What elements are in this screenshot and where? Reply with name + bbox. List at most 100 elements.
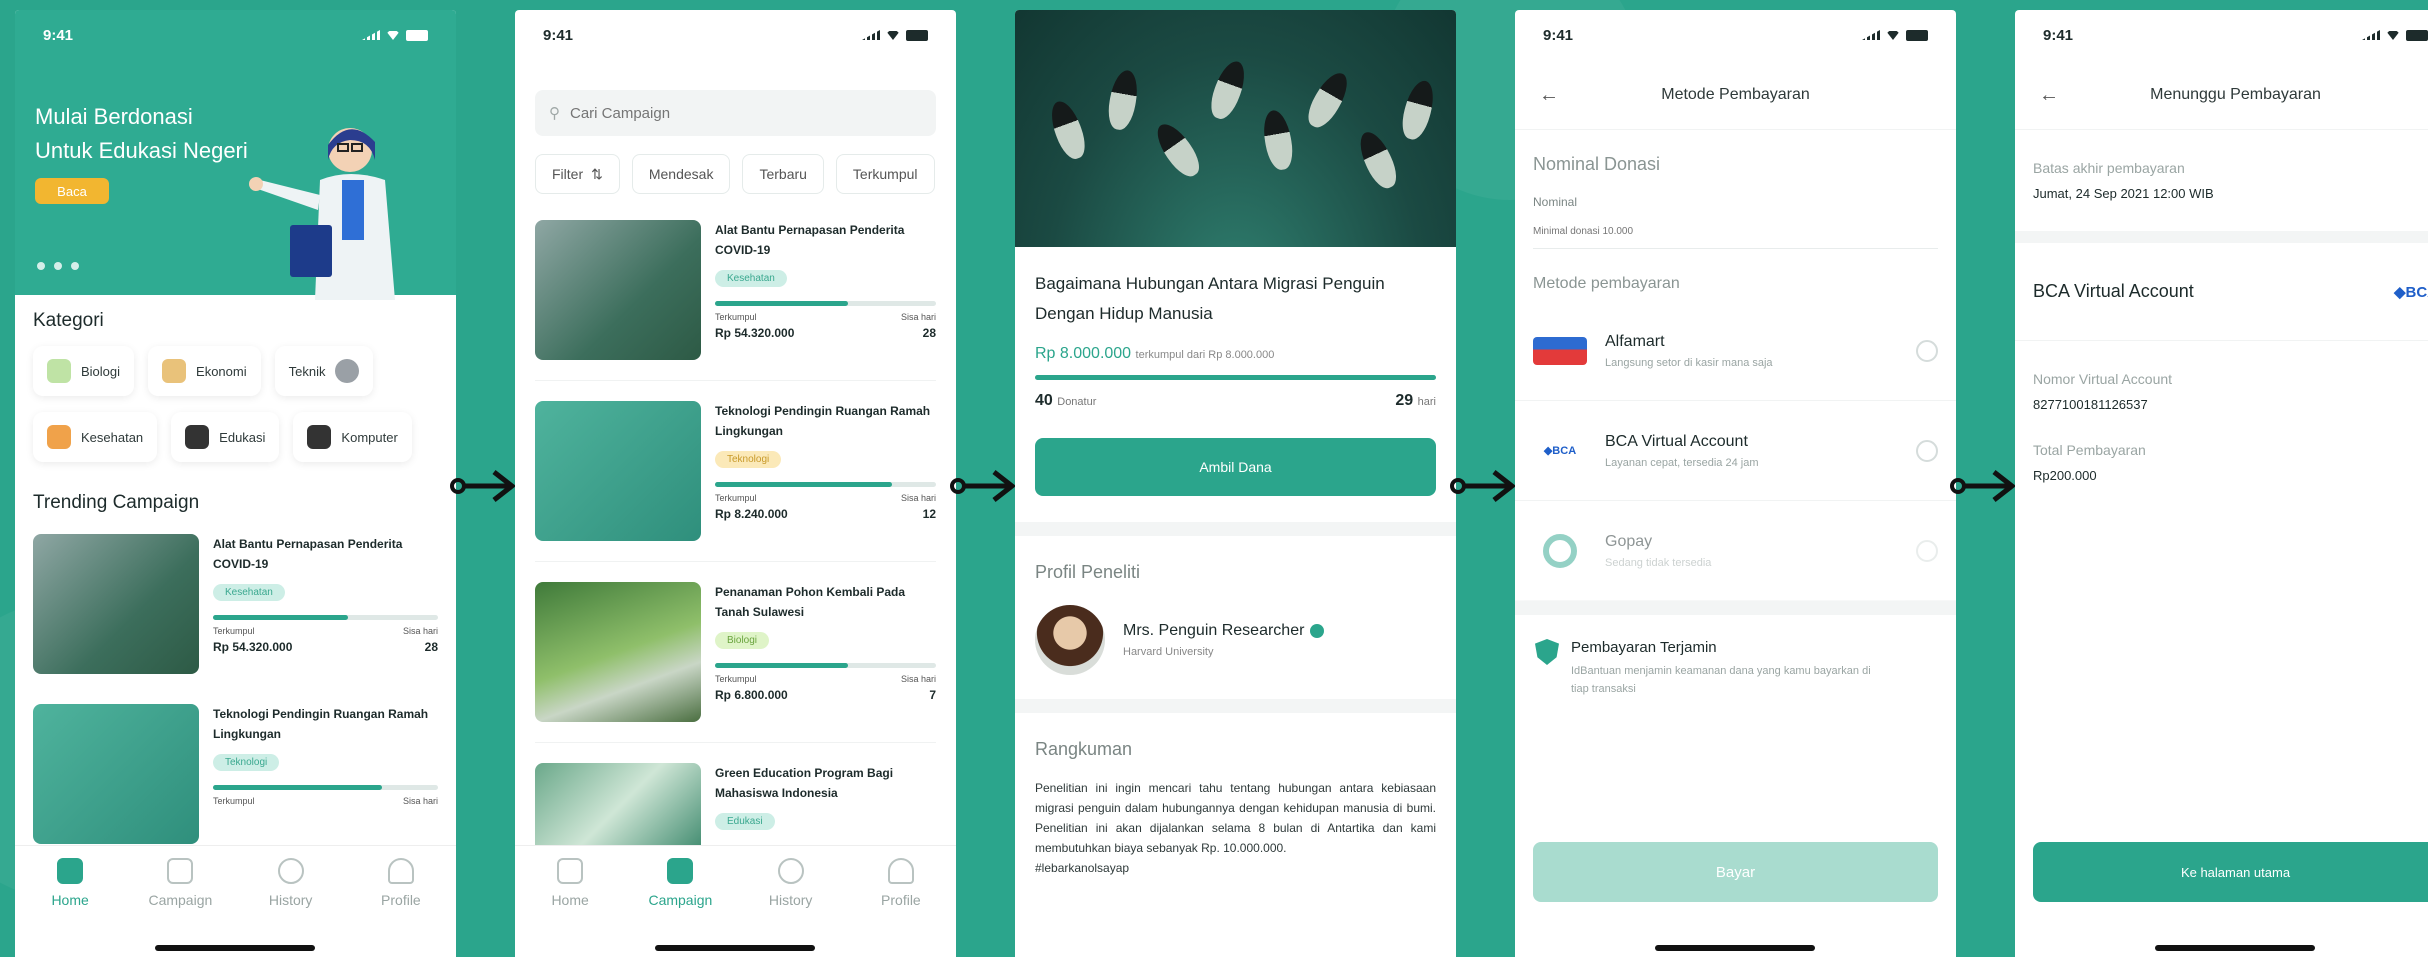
researcher-profile[interactable]: Mrs. Penguin Researcher Harvard Universi…: [1015, 583, 1456, 675]
campaign-card[interactable]: Penanaman Pohon Kembali Pada Tanah Sulaw…: [535, 562, 936, 743]
campaign-card[interactable]: Alat Bantu Pernapasan Penderita COVID-19…: [33, 534, 456, 674]
home-screen: Mulai Berdonasi Untuk Edukasi Negeri Bac…: [15, 10, 456, 957]
back-arrow-icon[interactable]: ←: [1539, 84, 1559, 107]
carousel-dots[interactable]: [37, 262, 79, 270]
category-ekonomi[interactable]: Ekonomi: [148, 346, 261, 396]
payment-option-gopay[interactable]: Gopay Sedang tidak tersedia: [1515, 501, 1956, 601]
campaign-tag: Teknologi: [715, 451, 782, 468]
campaign-days: 28: [424, 640, 438, 654]
home-icon: [557, 858, 584, 884]
pay-button[interactable]: Bayar: [1533, 842, 1938, 902]
categories-row-2: Kesehatan Edukasi Komputer: [33, 412, 456, 462]
summary-title: Rangkuman: [1035, 739, 1133, 759]
summary-text: Penelitian ini ingin mencari tahu tentan…: [1015, 760, 1456, 878]
go-home-button[interactable]: Ke halaman utama: [2033, 842, 2428, 902]
campaign-days: 28: [922, 326, 936, 340]
campaign-progress: [213, 785, 438, 790]
campaign-photo: [1015, 10, 1456, 247]
campaign-card[interactable]: Teknologi Pendingin Ruangan Ramah Lingku…: [33, 704, 456, 844]
radio-button[interactable]: [1916, 439, 1938, 462]
gopay-logo-icon: [1533, 533, 1587, 568]
filter-terbaru[interactable]: Terbaru: [742, 154, 824, 194]
researcher-university: Harvard University: [1123, 646, 1214, 658]
tab-profile[interactable]: Profile: [356, 858, 446, 908]
wifi-icon: [2386, 31, 2400, 40]
category-biologi[interactable]: Biologi: [33, 346, 135, 396]
pill-icon: [47, 425, 71, 449]
campaign-card[interactable]: Alat Bantu Pernapasan Penderita COVID-19…: [535, 200, 936, 381]
category-komputer[interactable]: Komputer: [293, 412, 412, 462]
deadline-value: Jumat, 24 Sep 2021 12:00 WIB: [2033, 186, 2214, 201]
read-button[interactable]: Baca: [35, 178, 109, 204]
nominal-label: Nominal: [1533, 195, 1578, 209]
va-info: Nomor Virtual Account 8277100181126537: [2015, 341, 2428, 412]
home-indicator: [655, 945, 815, 951]
campaign-progress: [213, 615, 438, 620]
tab-home[interactable]: Home: [525, 858, 615, 908]
payment-option-alfamart[interactable]: Alfamart Langsung setor di kasir mana saj…: [1515, 301, 1956, 401]
search-icon: ⚲: [549, 105, 560, 122]
payment-option-bca[interactable]: ◆BCA BCA Virtual Account Layanan cepat, t…: [1515, 401, 1956, 501]
back-arrow-icon[interactable]: ←: [2039, 84, 2059, 107]
days-left: 29: [1395, 392, 1414, 409]
radio-button[interactable]: [1916, 539, 1938, 562]
campaign-image: [535, 582, 701, 722]
campaign-icon: [667, 858, 694, 884]
status-bar: 9:41: [515, 10, 956, 60]
search-input[interactable]: [570, 104, 870, 122]
avatar: [1035, 605, 1105, 675]
tab-history[interactable]: History: [746, 858, 836, 908]
page-title: Menunggu Pembayaran: [2150, 85, 2321, 103]
campaign-image: [33, 704, 199, 844]
bca-logo-icon: ◆BCA: [1543, 445, 1577, 457]
campaign-title: Penanaman Pohon Kembali Pada Tanah Sulaw…: [715, 585, 906, 619]
campaign-title: Teknologi Pendingin Ruangan Ramah Lingku…: [213, 707, 429, 741]
filter-mendesak[interactable]: Mendesak: [631, 154, 731, 194]
campaign-list: Alat Bantu Pernapasan Penderita COVID-19…: [515, 200, 956, 873]
leaf-icon: [47, 359, 71, 383]
campaign-card[interactable]: Teknologi Pendingin Ruangan Ramah Lingku…: [535, 381, 936, 562]
donor-count: 40: [1035, 392, 1053, 409]
category-teknik[interactable]: Teknik: [274, 346, 374, 396]
campaign-tag: Edukasi: [715, 813, 775, 830]
search-bar[interactable]: ⚲: [535, 90, 936, 136]
filter-button[interactable]: Filter ⇅: [535, 154, 620, 194]
payment-method-name: BCA Virtual Account: [2033, 281, 2194, 301]
divider: [1515, 601, 1956, 615]
hashtag: #lebarkanolsayap: [1035, 861, 1130, 875]
tab-campaign[interactable]: Campaign: [135, 858, 225, 908]
bottom-nav: Home Campaign History Profile: [515, 845, 956, 957]
flow-arrow-icon: [450, 470, 517, 502]
top-bar: ← Menunggu Pembayaran: [2015, 60, 2428, 130]
deadline-info: Batas akhir pembayaran Jumat, 24 Sep 202…: [2015, 130, 2428, 231]
battery-icon: [2406, 29, 2428, 41]
tab-profile[interactable]: Profile: [856, 858, 946, 908]
raised-amount: Rp 8.000.000 terkumpul dari Rp 8.000.000: [1035, 345, 1275, 362]
divider: [1015, 522, 1456, 536]
profile-icon: [387, 858, 414, 884]
trending-title: Trending Campaign: [33, 492, 200, 513]
total-info: Total Pembayaran Rp200.000: [2015, 412, 2428, 483]
withdraw-button[interactable]: Ambil Dana: [1035, 438, 1436, 496]
flow-arrow-icon: [950, 470, 1017, 502]
va-number[interactable]: 8277100181126537: [2033, 397, 2428, 412]
campaign-image: [33, 534, 199, 674]
campaign-progress: [1035, 375, 1436, 380]
tab-history[interactable]: History: [246, 858, 336, 908]
radio-button[interactable]: [1916, 339, 1938, 362]
campaign-title: Alat Bantu Pernapasan Penderita COVID-19: [213, 537, 403, 571]
home-icon: [57, 858, 84, 884]
battery-icon: [906, 29, 928, 41]
category-kesehatan[interactable]: Kesehatan: [33, 412, 158, 462]
tab-home[interactable]: Home: [25, 858, 115, 908]
nominal-input[interactable]: [1533, 215, 1938, 249]
status-bar: 9:41: [1515, 10, 1956, 60]
tab-campaign[interactable]: Campaign: [635, 858, 725, 908]
bca-logo-icon: ◆BCA: [2393, 283, 2428, 301]
progress-fill: [715, 301, 848, 306]
category-edukasi[interactable]: Edukasi: [171, 412, 280, 462]
campaign-title: Green Education Program Bagi Mahasiswa I…: [715, 766, 894, 800]
awaiting-payment-screen: 9:41 ← Menunggu Pembayaran Batas akhir p…: [2015, 10, 2428, 957]
filter-terkumpul[interactable]: Terkumpul: [835, 154, 935, 194]
campaign-collected: Rp 8.240.000: [715, 507, 788, 521]
